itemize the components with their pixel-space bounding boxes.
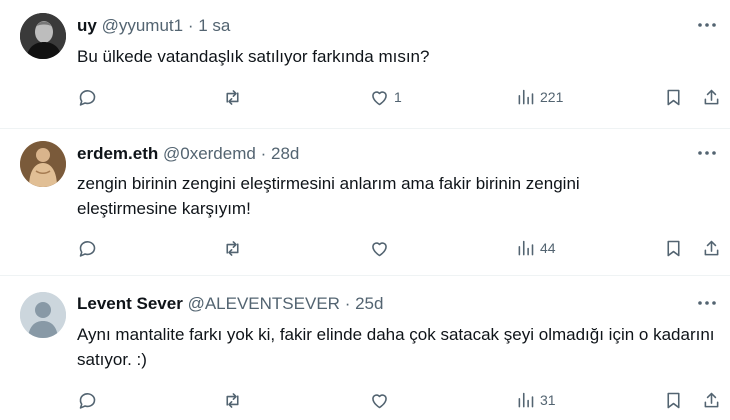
share-button[interactable]: [701, 386, 722, 414]
reply-icon: [79, 89, 96, 106]
display-name[interactable]: uy: [77, 16, 97, 35]
tweet-text: zengin birinin zengini eleştirmesini anl…: [77, 174, 580, 218]
tweet[interactable]: Levent Sever @ALEVENTSEVER · 25d Aynı ma…: [0, 276, 730, 420]
more-options-icon[interactable]: [696, 142, 718, 164]
timestamp[interactable]: 1 sa: [198, 16, 230, 35]
separator-dot: ·: [344, 294, 351, 313]
action-bar: 44: [0, 234, 730, 262]
retweet-button[interactable]: [222, 83, 243, 111]
like-count: 1: [394, 89, 402, 105]
retweet-button[interactable]: [222, 234, 243, 262]
views-button[interactable]: 44: [515, 234, 556, 262]
timestamp[interactable]: 25d: [355, 294, 383, 313]
view-count: 221: [540, 89, 564, 105]
retweet-button[interactable]: [222, 386, 243, 414]
share-button[interactable]: [701, 83, 722, 111]
more-options-icon[interactable]: [696, 292, 718, 314]
tweet[interactable]: uy @yyumut1 · 1 sa Bu ülkede vatandaşlık…: [0, 0, 730, 142]
analytics-icon: [518, 240, 534, 255]
bookmark-icon: [667, 89, 680, 105]
action-bar: 31: [0, 386, 730, 414]
tweet-header: erdem.eth @0xerdemd · 28d: [77, 143, 299, 165]
reply-button[interactable]: [77, 83, 98, 111]
tweet-text: Bu ülkede vatandaşlık satılıyor farkında…: [77, 47, 430, 66]
photo-portrait-icon: [20, 13, 66, 59]
like-button[interactable]: [369, 386, 394, 414]
statue-portrait-icon: [20, 141, 66, 187]
timestamp[interactable]: 28d: [271, 144, 299, 163]
separator-dot: ·: [187, 16, 194, 35]
retweet-icon: [226, 392, 239, 408]
share-button[interactable]: [701, 234, 722, 262]
user-handle[interactable]: @0xerdemd: [163, 144, 256, 163]
analytics-icon: [518, 89, 534, 104]
views-button[interactable]: 31: [515, 386, 556, 414]
share-icon: [704, 392, 719, 407]
views-button[interactable]: 221: [515, 83, 563, 111]
share-icon: [704, 89, 719, 104]
share-icon: [704, 240, 719, 255]
action-bar: 1 221: [0, 83, 730, 111]
tweet-text: Aynı mantalite farkı yok ki, fakir elind…: [77, 325, 715, 369]
analytics-icon: [518, 392, 534, 407]
avatar[interactable]: [20, 13, 66, 59]
retweet-icon: [226, 240, 239, 256]
display-name[interactable]: Levent Sever: [77, 294, 183, 313]
bookmark-button[interactable]: [663, 83, 684, 111]
separator-dot: ·: [260, 144, 267, 163]
bookmark-button[interactable]: [663, 234, 684, 262]
view-count: 31: [540, 392, 556, 408]
reply-button[interactable]: [77, 386, 98, 414]
bookmark-icon: [667, 240, 680, 256]
avatar[interactable]: [20, 141, 66, 187]
heart-icon: [372, 393, 387, 408]
retweet-icon: [226, 89, 239, 105]
default-avatar-icon: [20, 292, 66, 338]
heart-icon: [372, 90, 387, 105]
like-button[interactable]: [369, 234, 394, 262]
tweet-header: uy @yyumut1 · 1 sa: [77, 15, 230, 37]
like-button[interactable]: 1: [369, 83, 402, 111]
avatar[interactable]: [20, 292, 66, 338]
heart-icon: [372, 241, 387, 256]
more-options-icon[interactable]: [696, 14, 718, 36]
user-handle[interactable]: @yyumut1: [102, 16, 184, 35]
reply-icon: [79, 392, 96, 409]
reply-button[interactable]: [77, 234, 98, 262]
tweet-header: Levent Sever @ALEVENTSEVER · 25d: [77, 293, 383, 315]
view-count: 44: [540, 240, 556, 256]
bookmark-icon: [667, 392, 680, 408]
tweet[interactable]: erdem.eth @0xerdemd · 28d zengin birinin…: [0, 129, 730, 275]
user-handle[interactable]: @ALEVENTSEVER: [188, 294, 340, 313]
bookmark-button[interactable]: [663, 386, 684, 414]
display-name[interactable]: erdem.eth: [77, 144, 158, 163]
reply-icon: [79, 240, 96, 257]
